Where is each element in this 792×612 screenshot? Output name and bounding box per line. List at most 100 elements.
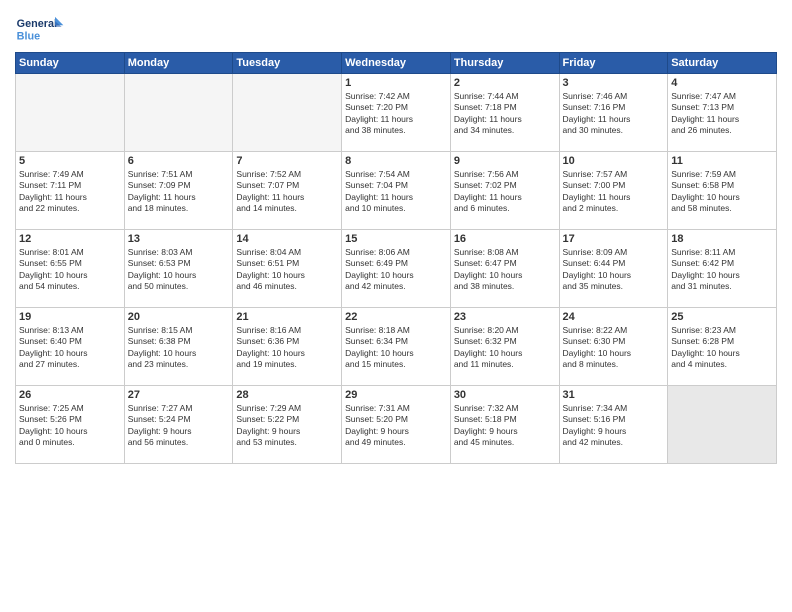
calendar-cell: 24 Sunrise: 8:22 AM Sunset: 6:30 PM Dayli…	[559, 308, 668, 386]
calendar-cell: 6 Sunrise: 7:51 AM Sunset: 7:09 PM Daylig…	[124, 152, 233, 230]
week-row-4: 19 Sunrise: 8:13 AM Sunset: 6:40 PM Dayli…	[16, 308, 777, 386]
calendar-cell: 22Sunrise: 8:18 AM Sunset: 6:34 PM Dayli…	[342, 308, 451, 386]
weekday-header-thursday: Thursday	[450, 53, 559, 74]
calendar-cell: 11 Sunrise: 7:59 AM Sunset: 6:58 PM Dayli…	[668, 152, 777, 230]
day-number: 13	[128, 233, 230, 245]
calendar-cell: 15 Sunrise: 8:06 AM Sunset: 6:49 PM Dayli…	[342, 230, 451, 308]
day-number: 24	[563, 311, 665, 323]
weekday-header-tuesday: Tuesday	[233, 53, 342, 74]
day-info: Sunrise: 8:20 AM Sunset: 6:32 PM Dayligh…	[454, 325, 556, 371]
calendar-cell: 31Sunrise: 7:34 AM Sunset: 5:16 PM Dayli…	[559, 386, 668, 464]
calendar-cell: 27 Sunrise: 7:27 AM Sunset: 5:24 PM Dayli…	[124, 386, 233, 464]
day-number: 20	[128, 311, 230, 323]
day-number: 25	[671, 311, 773, 323]
calendar-cell: 5 Sunrise: 7:49 AM Sunset: 7:11 PM Daylig…	[16, 152, 125, 230]
logo: General Blue	[15, 10, 65, 48]
calendar-cell: 25 Sunrise: 8:23 AM Sunset: 6:28 PM Dayli…	[668, 308, 777, 386]
day-number: 23	[454, 311, 556, 323]
calendar-cell: 19 Sunrise: 8:13 AM Sunset: 6:40 PM Dayli…	[16, 308, 125, 386]
day-info: Sunrise: 8:08 AM Sunset: 6:47 PM Dayligh…	[454, 247, 556, 293]
day-info: Sunrise: 7:59 AM Sunset: 6:58 PM Dayligh…	[671, 169, 773, 215]
calendar-table: SundayMondayTuesdayWednesdayThursdayFrid…	[15, 52, 777, 464]
calendar-cell: 14Sunrise: 8:04 AM Sunset: 6:51 PM Dayli…	[233, 230, 342, 308]
day-number: 15	[345, 233, 447, 245]
weekday-header-row: SundayMondayTuesdayWednesdayThursdayFrid…	[16, 53, 777, 74]
day-info: Sunrise: 7:27 AM Sunset: 5:24 PM Dayligh…	[128, 403, 230, 449]
day-info: Sunrise: 7:52 AM Sunset: 7:07 PM Dayligh…	[236, 169, 338, 215]
calendar-cell: 16 Sunrise: 8:08 AM Sunset: 6:47 PM Dayli…	[450, 230, 559, 308]
day-number: 6	[128, 155, 230, 167]
calendar-cell: 13 Sunrise: 8:03 AM Sunset: 6:53 PM Dayli…	[124, 230, 233, 308]
day-number: 5	[19, 155, 121, 167]
day-number: 11	[671, 155, 773, 167]
day-number: 2	[454, 77, 556, 89]
calendar-cell	[233, 74, 342, 152]
calendar-cell	[668, 386, 777, 464]
day-info: Sunrise: 8:06 AM Sunset: 6:49 PM Dayligh…	[345, 247, 447, 293]
day-number: 18	[671, 233, 773, 245]
calendar-cell: 21 Sunrise: 8:16 AM Sunset: 6:36 PM Dayli…	[233, 308, 342, 386]
day-info: Sunrise: 7:51 AM Sunset: 7:09 PM Dayligh…	[128, 169, 230, 215]
day-info: Sunrise: 8:03 AM Sunset: 6:53 PM Dayligh…	[128, 247, 230, 293]
calendar-cell	[124, 74, 233, 152]
day-number: 10	[563, 155, 665, 167]
calendar-cell: 30 Sunrise: 7:32 AM Sunset: 5:18 PM Dayli…	[450, 386, 559, 464]
calendar-cell: 9Sunrise: 7:56 AM Sunset: 7:02 PM Daylig…	[450, 152, 559, 230]
logo-icon: General Blue	[15, 10, 65, 48]
week-row-1: 1 Sunrise: 7:42 AM Sunset: 7:20 PM Daylig…	[16, 74, 777, 152]
calendar-cell: 28 Sunrise: 7:29 AM Sunset: 5:22 PM Dayli…	[233, 386, 342, 464]
day-info: Sunrise: 7:25 AM Sunset: 5:26 PM Dayligh…	[19, 403, 121, 449]
day-number: 3	[563, 77, 665, 89]
day-info: Sunrise: 7:42 AM Sunset: 7:20 PM Dayligh…	[345, 91, 447, 137]
day-info: Sunrise: 7:46 AM Sunset: 7:16 PM Dayligh…	[563, 91, 665, 137]
weekday-header-sunday: Sunday	[16, 53, 125, 74]
calendar-cell: 8 Sunrise: 7:54 AM Sunset: 7:04 PM Daylig…	[342, 152, 451, 230]
calendar-cell: 12 Sunrise: 8:01 AM Sunset: 6:55 PM Dayli…	[16, 230, 125, 308]
calendar-cell: 23 Sunrise: 8:20 AM Sunset: 6:32 PM Dayli…	[450, 308, 559, 386]
day-info: Sunrise: 7:32 AM Sunset: 5:18 PM Dayligh…	[454, 403, 556, 449]
calendar-cell: 4Sunrise: 7:47 AM Sunset: 7:13 PM Daylig…	[668, 74, 777, 152]
weekday-header-saturday: Saturday	[668, 53, 777, 74]
day-number: 16	[454, 233, 556, 245]
day-info: Sunrise: 8:23 AM Sunset: 6:28 PM Dayligh…	[671, 325, 773, 371]
calendar-cell: 20Sunrise: 8:15 AM Sunset: 6:38 PM Dayli…	[124, 308, 233, 386]
page-container: General Blue SundayMondayTuesdayWednesda…	[0, 0, 792, 474]
day-info: Sunrise: 7:34 AM Sunset: 5:16 PM Dayligh…	[563, 403, 665, 449]
calendar-cell: 18 Sunrise: 8:11 AM Sunset: 6:42 PM Dayli…	[668, 230, 777, 308]
day-info: Sunrise: 7:54 AM Sunset: 7:04 PM Dayligh…	[345, 169, 447, 215]
day-info: Sunrise: 7:31 AM Sunset: 5:20 PM Dayligh…	[345, 403, 447, 449]
calendar-cell: 26 Sunrise: 7:25 AM Sunset: 5:26 PM Dayli…	[16, 386, 125, 464]
weekday-header-monday: Monday	[124, 53, 233, 74]
day-info: Sunrise: 7:47 AM Sunset: 7:13 PM Dayligh…	[671, 91, 773, 137]
calendar-cell: 2 Sunrise: 7:44 AM Sunset: 7:18 PM Daylig…	[450, 74, 559, 152]
day-number: 12	[19, 233, 121, 245]
day-info: Sunrise: 7:49 AM Sunset: 7:11 PM Dayligh…	[19, 169, 121, 215]
day-number: 8	[345, 155, 447, 167]
weekday-header-friday: Friday	[559, 53, 668, 74]
day-info: Sunrise: 7:29 AM Sunset: 5:22 PM Dayligh…	[236, 403, 338, 449]
day-info: Sunrise: 8:04 AM Sunset: 6:51 PM Dayligh…	[236, 247, 338, 293]
day-number: 19	[19, 311, 121, 323]
day-info: Sunrise: 8:01 AM Sunset: 6:55 PM Dayligh…	[19, 247, 121, 293]
day-info: Sunrise: 7:57 AM Sunset: 7:00 PM Dayligh…	[563, 169, 665, 215]
day-number: 7	[236, 155, 338, 167]
header: General Blue	[15, 10, 777, 48]
week-row-2: 5 Sunrise: 7:49 AM Sunset: 7:11 PM Daylig…	[16, 152, 777, 230]
day-info: Sunrise: 8:16 AM Sunset: 6:36 PM Dayligh…	[236, 325, 338, 371]
svg-text:Blue: Blue	[17, 30, 40, 42]
day-number: 27	[128, 389, 230, 401]
day-info: Sunrise: 8:13 AM Sunset: 6:40 PM Dayligh…	[19, 325, 121, 371]
day-number: 30	[454, 389, 556, 401]
calendar-cell: 29 Sunrise: 7:31 AM Sunset: 5:20 PM Dayli…	[342, 386, 451, 464]
day-number: 21	[236, 311, 338, 323]
day-info: Sunrise: 8:18 AM Sunset: 6:34 PM Dayligh…	[345, 325, 447, 371]
weekday-header-wednesday: Wednesday	[342, 53, 451, 74]
day-info: Sunrise: 7:44 AM Sunset: 7:18 PM Dayligh…	[454, 91, 556, 137]
day-number: 26	[19, 389, 121, 401]
day-number: 28	[236, 389, 338, 401]
day-number: 1	[345, 77, 447, 89]
day-info: Sunrise: 8:09 AM Sunset: 6:44 PM Dayligh…	[563, 247, 665, 293]
day-number: 29	[345, 389, 447, 401]
day-info: Sunrise: 8:11 AM Sunset: 6:42 PM Dayligh…	[671, 247, 773, 293]
day-info: Sunrise: 8:22 AM Sunset: 6:30 PM Dayligh…	[563, 325, 665, 371]
